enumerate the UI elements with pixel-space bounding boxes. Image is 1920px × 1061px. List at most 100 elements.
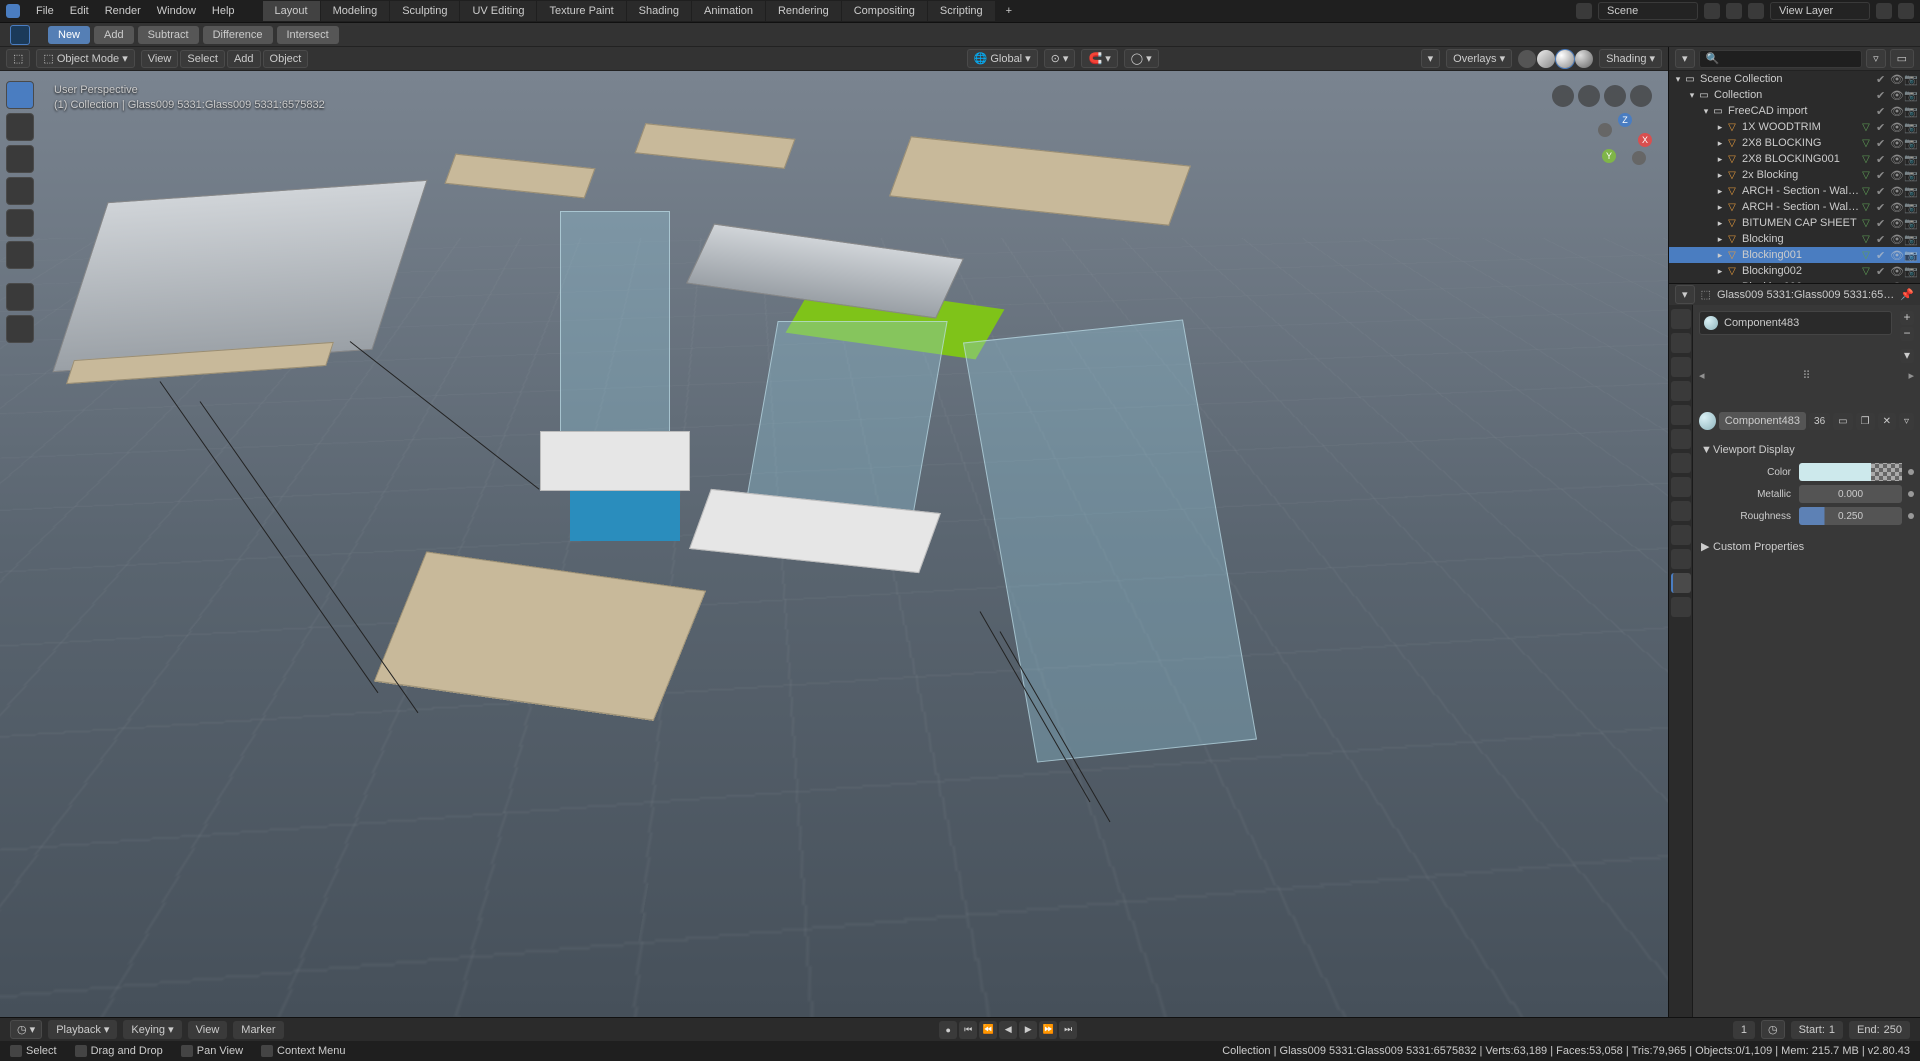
bool-difference-button[interactable]: Difference <box>203 26 273 44</box>
workspace-tab-scripting[interactable]: Scripting <box>928 1 995 21</box>
world-tab-icon[interactable] <box>1671 405 1691 425</box>
jump-end-button[interactable]: ⏭ <box>1059 1021 1077 1039</box>
next-keyframe-button[interactable]: ⏩ <box>1039 1021 1057 1039</box>
outliner-row[interactable]: ▸▽ARCH - Section - Wall Section K - 1▽✔👁… <box>1669 183 1920 199</box>
exclude-icon[interactable]: ✔ <box>1876 169 1888 181</box>
outliner-new-collection-button[interactable]: ▭ <box>1890 49 1914 68</box>
proportional-toggle[interactable]: ◯ ▾ <box>1124 49 1159 68</box>
shading-mode-toggle[interactable] <box>1518 50 1593 68</box>
select-tool-icon[interactable] <box>6 81 34 109</box>
outliner-row[interactable]: ▸▽2x Blocking▽✔👁📷 <box>1669 167 1920 183</box>
disable-render-icon[interactable]: 📷 <box>1904 249 1916 261</box>
viewport-menu-object[interactable]: Object <box>263 50 309 68</box>
wireframe-shading-icon[interactable] <box>1518 50 1536 68</box>
editor-type-dropdown[interactable]: ⬚ <box>6 49 30 68</box>
custom-properties-panel-header[interactable]: ▶Custom Properties <box>1699 534 1914 559</box>
hide-icon[interactable]: 👁 <box>1890 89 1902 101</box>
bool-new-button[interactable]: New <box>48 26 90 44</box>
exclude-icon[interactable]: ✔ <box>1876 233 1888 245</box>
menu-window[interactable]: Window <box>149 5 204 17</box>
keyframe-dot-icon[interactable] <box>1908 491 1914 497</box>
bool-intersect-button[interactable]: Intersect <box>277 26 339 44</box>
material-unlink-button[interactable]: ✕ <box>1878 413 1896 430</box>
keying-dropdown[interactable]: Keying ▾ <box>123 1020 181 1039</box>
timeline-editor-type-dropdown[interactable]: ◷ ▾ <box>10 1020 42 1039</box>
rotate-tool-icon[interactable] <box>6 177 34 205</box>
orientation-dropdown[interactable]: 🌐 Global ▾ <box>967 49 1038 68</box>
viewlayer-delete-icon[interactable] <box>1898 3 1914 19</box>
material-slot-remove-button[interactable]: − <box>1900 327 1914 341</box>
lookdev-shading-icon[interactable] <box>1556 50 1574 68</box>
viewport-menu-view[interactable]: View <box>141 50 179 68</box>
hide-icon[interactable]: 👁 <box>1890 121 1902 133</box>
end-frame-field[interactable]: End: 250 <box>1849 1021 1910 1039</box>
material-slot-menu-button[interactable]: ▾ <box>1900 349 1914 363</box>
hide-icon[interactable]: 👁 <box>1890 265 1902 277</box>
solid-shading-icon[interactable] <box>1537 50 1555 68</box>
workspace-tab-animation[interactable]: Animation <box>692 1 765 21</box>
data-tab-icon[interactable] <box>1671 549 1691 569</box>
disable-render-icon[interactable]: 📷 <box>1904 73 1916 85</box>
workspace-tab-sculpting[interactable]: Sculpting <box>390 1 459 21</box>
keyframe-dot-icon[interactable] <box>1908 469 1914 475</box>
disable-render-icon[interactable]: 📷 <box>1904 265 1916 277</box>
outliner-display-mode-dropdown[interactable]: ▾ <box>1675 49 1695 68</box>
current-frame-field[interactable]: 1 <box>1733 1021 1755 1039</box>
add-workspace-button[interactable]: + <box>996 1 1022 21</box>
camera-gizmo-icon[interactable] <box>1604 85 1626 107</box>
workspace-tab-compositing[interactable]: Compositing <box>842 1 927 21</box>
bool-subtract-button[interactable]: Subtract <box>138 26 199 44</box>
outliner-row[interactable]: ▾▭Collection✔👁📷 <box>1669 87 1920 103</box>
pivot-dropdown[interactable]: ⊙ ▾ <box>1044 49 1076 68</box>
disable-render-icon[interactable]: 📷 <box>1904 89 1916 101</box>
scene-delete-icon[interactable] <box>1726 3 1742 19</box>
pin-icon[interactable]: 📌 <box>1900 288 1914 301</box>
outliner-row[interactable]: ▸▽Blocking▽✔👁📷 <box>1669 231 1920 247</box>
prev-keyframe-button[interactable]: ⏪ <box>979 1021 997 1039</box>
blender-logo-icon[interactable] <box>6 4 20 18</box>
exclude-icon[interactable]: ✔ <box>1876 281 1888 283</box>
transform-tool-icon[interactable] <box>6 241 34 269</box>
material-slot-add-button[interactable]: + <box>1900 311 1914 325</box>
timeline-view-menu[interactable]: View <box>188 1021 228 1039</box>
rendered-shading-icon[interactable] <box>1575 50 1593 68</box>
ortho-gizmo-icon[interactable] <box>1630 85 1652 107</box>
snap-toggle[interactable]: 🧲 ▾ <box>1081 49 1117 68</box>
play-button[interactable]: ▶ <box>1019 1021 1037 1039</box>
disable-render-icon[interactable]: 📷 <box>1904 201 1916 213</box>
scene-name-field[interactable]: Scene <box>1598 2 1698 20</box>
workspace-tab-layout[interactable]: Layout <box>263 1 320 21</box>
outliner-row[interactable]: ▸▽1X WOODTRIM▽✔👁📷 <box>1669 119 1920 135</box>
menu-help[interactable]: Help <box>204 5 243 17</box>
exclude-icon[interactable]: ✔ <box>1876 249 1888 261</box>
3d-viewport[interactable]: User Perspective (1) Collection | Glass0… <box>0 71 1668 1017</box>
keyframe-dot-icon[interactable] <box>1908 513 1914 519</box>
frame-lock-icon[interactable]: ◷ <box>1761 1020 1785 1039</box>
disable-render-icon[interactable]: 📷 <box>1904 121 1916 133</box>
viewport-display-panel-header[interactable]: ▼Viewport Display <box>1699 438 1914 462</box>
physics-tab-icon[interactable] <box>1671 501 1691 521</box>
material-copy-button[interactable]: ❐ <box>1856 413 1875 430</box>
workspace-tab-uv-editing[interactable]: UV Editing <box>460 1 536 21</box>
axis-z-icon[interactable]: Z <box>1618 113 1632 127</box>
output-tab-icon[interactable] <box>1671 333 1691 353</box>
outliner-row[interactable]: ▸▽2X8 BLOCKING▽✔👁📷 <box>1669 135 1920 151</box>
properties-editor-type-dropdown[interactable]: ▾ <box>1675 285 1695 304</box>
jump-start-button[interactable]: ⏮ <box>959 1021 977 1039</box>
exclude-icon[interactable]: ✔ <box>1876 121 1888 133</box>
hide-icon[interactable]: 👁 <box>1890 217 1902 229</box>
axis-y-icon[interactable]: Y <box>1602 149 1616 163</box>
material-slot-list[interactable]: Component483 <box>1699 311 1892 335</box>
hide-icon[interactable]: 👁 <box>1890 185 1902 197</box>
exclude-icon[interactable]: ✔ <box>1876 217 1888 229</box>
annotate-tool-icon[interactable] <box>6 283 34 311</box>
viewlayer-new-icon[interactable] <box>1876 3 1892 19</box>
disable-render-icon[interactable]: 📷 <box>1904 169 1916 181</box>
particle-tab-icon[interactable] <box>1671 477 1691 497</box>
viewport-menu-select[interactable]: Select <box>180 50 225 68</box>
hide-icon[interactable]: 👁 <box>1890 153 1902 165</box>
play-reverse-button[interactable]: ◀ <box>999 1021 1017 1039</box>
autokey-toggle[interactable]: ● <box>939 1021 957 1039</box>
workspace-tab-texture-paint[interactable]: Texture Paint <box>537 1 625 21</box>
timeline-marker-menu[interactable]: Marker <box>233 1021 283 1039</box>
